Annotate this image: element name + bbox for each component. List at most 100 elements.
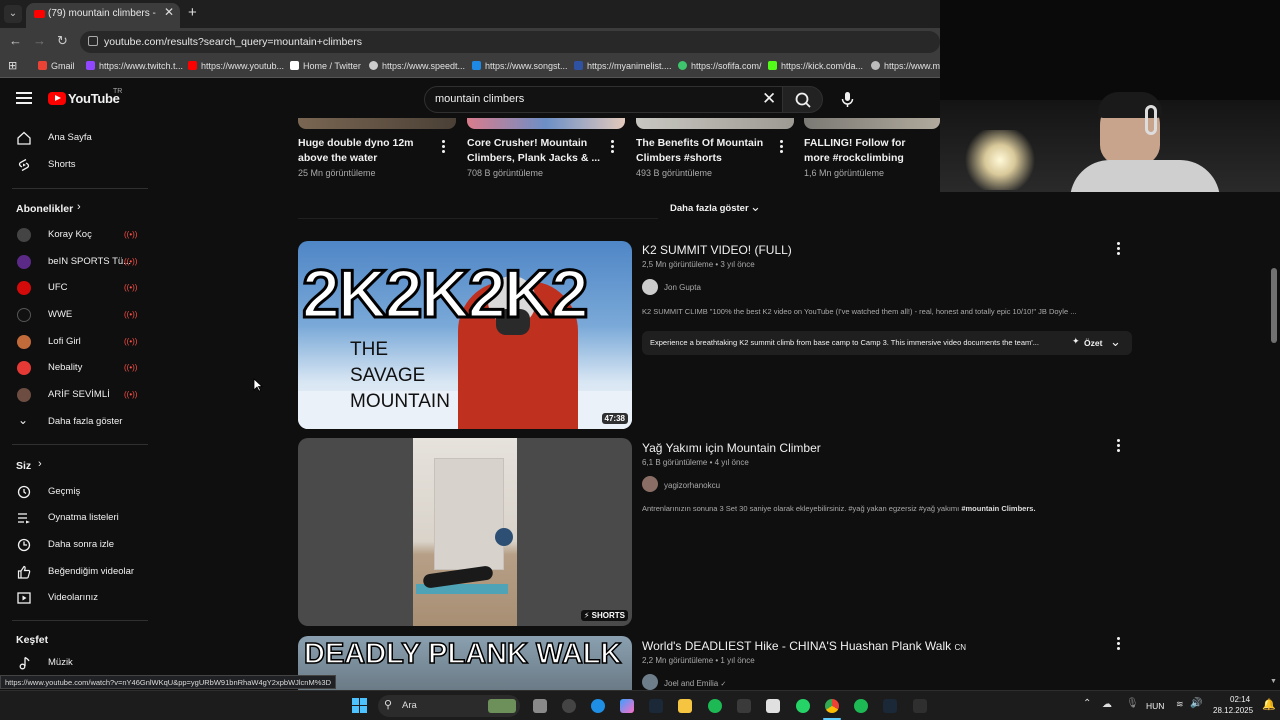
sidebar-sub-item[interactable]: Nebality ((•)): [0, 355, 150, 381]
sidebar-item-music[interactable]: Müzik: [0, 650, 150, 676]
sidebar-sub-item[interactable]: ARİF SEVİMLİ ((•)): [0, 382, 150, 408]
short-title[interactable]: Huge double dyno 12m above the water: [298, 136, 438, 166]
short-thumbnail[interactable]: [804, 118, 940, 129]
sidebar-item-shorts[interactable]: Shorts: [0, 152, 150, 178]
clock-time[interactable]: 02:14: [1230, 695, 1250, 704]
sidebar-item-your-videos[interactable]: Videolarınız: [0, 585, 150, 611]
bookmark-item[interactable]: https://www.speedt...: [369, 61, 465, 71]
more-actions-icon[interactable]: [780, 140, 784, 154]
microphone-icon[interactable]: 🎙: [1126, 698, 1139, 709]
copilot-icon[interactable]: [620, 699, 634, 713]
video-thumbnail[interactable]: ⚡ SHORTS: [298, 438, 632, 626]
chevron-down-icon[interactable]: ⌄: [1110, 334, 1121, 350]
tab-search-chevron-icon[interactable]: ⌄: [4, 5, 22, 23]
spotify-icon[interactable]: [854, 699, 868, 713]
video-title[interactable]: World's DEADLIEST Hike - CHINA'S Huashan…: [642, 639, 966, 653]
more-actions-icon[interactable]: [1117, 242, 1121, 256]
sidebar-sub-item[interactable]: WWE ((•)): [0, 302, 150, 328]
bookmark-item[interactable]: https://www.songst...: [472, 61, 568, 71]
sidebar-sub-item[interactable]: beIN SPORTS Tü... ((•)): [0, 249, 150, 275]
channel-avatar[interactable]: [642, 476, 658, 492]
new-tab-plus-icon[interactable]: +: [188, 4, 197, 21]
back-arrow-icon[interactable]: ←: [9, 33, 22, 48]
steam-icon[interactable]: [883, 699, 897, 713]
clear-search-icon[interactable]: ✕: [762, 89, 776, 109]
site-info-icon[interactable]: [88, 36, 98, 46]
whatsapp-icon[interactable]: [796, 699, 810, 713]
forward-arrow-icon[interactable]: →: [33, 33, 46, 48]
browser-tab-active[interactable]: (79) mountain climbers - YouTube ✕: [26, 3, 180, 28]
search-input[interactable]: mountain climbers: [424, 86, 786, 113]
more-actions-icon[interactable]: [442, 140, 446, 154]
ai-summary-panel[interactable]: Experience a breathtaking K2 summit clim…: [642, 331, 1132, 355]
scrollbar-thumb[interactable]: [1271, 268, 1277, 343]
scroll-down-icon[interactable]: ▼: [1270, 678, 1277, 685]
reload-icon[interactable]: ↻: [57, 33, 68, 49]
short-title[interactable]: Core Crusher! Mountain Climbers, Plank J…: [467, 136, 607, 166]
voice-search-button[interactable]: [834, 86, 861, 113]
tray-chevron-up-icon[interactable]: ⌃: [1083, 698, 1091, 709]
store-icon[interactable]: [766, 699, 780, 713]
sidebar-item-liked[interactable]: Beğendiğim videolar: [0, 559, 150, 585]
more-actions-icon[interactable]: [1117, 637, 1121, 651]
sidebar-sub-item[interactable]: Koray Koç ((•)): [0, 222, 150, 248]
channel-name[interactable]: Jon Gupta: [664, 283, 701, 292]
sidebar-item-watch-later[interactable]: Daha sonra izle: [0, 532, 150, 558]
sidebar-item-playlists[interactable]: Oynatma listeleri: [0, 505, 150, 531]
taskbar-search[interactable]: ⚲ Ara: [378, 695, 520, 717]
bookmark-item[interactable]: https://myanimelist....: [574, 61, 672, 71]
chrome-icon[interactable]: [825, 699, 839, 713]
more-actions-icon[interactable]: [611, 140, 615, 154]
channel-avatar[interactable]: [642, 674, 658, 690]
notepad-icon[interactable]: [737, 699, 751, 713]
channel-name[interactable]: Joel and Emilia ✓: [664, 679, 726, 688]
more-actions-icon[interactable]: [1117, 439, 1121, 453]
volume-icon[interactable]: 🔊: [1190, 698, 1202, 709]
sidebar-item-history[interactable]: Geçmiş: [0, 479, 150, 505]
channel-name[interactable]: yagizorhanokcu: [664, 481, 720, 490]
onedrive-icon[interactable]: ☁: [1102, 699, 1112, 710]
short-thumbnail[interactable]: [467, 118, 625, 129]
video-title[interactable]: Yağ Yakımı için Mountain Climber: [642, 441, 821, 455]
bookmark-item[interactable]: https://www.ma: [871, 61, 945, 71]
bookmark-item[interactable]: https://sofifa.com/: [678, 61, 762, 71]
channel-avatar[interactable]: [642, 279, 658, 295]
steam-icon[interactable]: [649, 699, 663, 713]
apps-grid-icon[interactable]: ⊞: [8, 59, 17, 72]
clock-date[interactable]: 28.12.2025: [1213, 706, 1253, 715]
address-bar[interactable]: youtube.com/results?search_query=mountai…: [80, 31, 940, 53]
short-thumbnail[interactable]: [298, 118, 456, 129]
sidebar-sub-item[interactable]: UFC ((•)): [0, 275, 150, 301]
short-title[interactable]: FALLING! Follow for more #rockclimbing: [804, 136, 934, 166]
show-more-button[interactable]: Daha fazla göster ⌄: [600, 196, 830, 220]
sidebar-item-home[interactable]: Ana Sayfa: [0, 125, 150, 151]
bookmark-item[interactable]: https://www.youtub...: [188, 61, 284, 71]
short-thumbnail[interactable]: [636, 118, 794, 129]
spotify-icon[interactable]: [708, 699, 722, 713]
task-view-icon[interactable]: [533, 699, 547, 713]
notifications-icon[interactable]: 🔔: [1262, 698, 1276, 711]
file-explorer-icon[interactable]: [678, 699, 692, 713]
windows-start-icon[interactable]: [352, 698, 368, 714]
subscriptions-header[interactable]: Abonelikler ›: [0, 196, 150, 222]
search-button[interactable]: [782, 86, 823, 113]
youtube-logo-text[interactable]: YouTube: [68, 91, 120, 106]
video-thumbnail[interactable]: DEADLY PLANK WALK: [298, 636, 632, 690]
you-header[interactable]: Siz ›: [0, 452, 150, 478]
bookmark-item[interactable]: https://kick.com/da...: [768, 61, 863, 71]
tab-close-icon[interactable]: ✕: [164, 5, 174, 19]
bookmark-item[interactable]: Home / Twitter: [290, 61, 361, 71]
youtube-logo-icon[interactable]: [48, 92, 66, 105]
guide-menu-icon[interactable]: [16, 92, 32, 104]
app-icon[interactable]: [562, 699, 576, 713]
sidebar-sub-item[interactable]: Lofi Girl ((•)): [0, 329, 150, 355]
video-thumbnail[interactable]: 2K2K2K2 THE SAVAGE MOUNTAIN 47:38: [298, 241, 632, 429]
bookmark-item[interactable]: https://www.twitch.t...: [86, 61, 183, 71]
short-title[interactable]: The Benefits Of Mountain Climbers #short…: [636, 136, 776, 166]
bookmark-item[interactable]: Gmail: [38, 61, 75, 71]
video-title[interactable]: K2 SUMMIT VIDEO! (FULL): [642, 243, 792, 257]
edge-icon[interactable]: [591, 699, 605, 713]
app-icon[interactable]: [913, 699, 927, 713]
sidebar-show-more[interactable]: ⌄ Daha fazla göster: [0, 409, 150, 435]
input-language[interactable]: HUN: [1146, 701, 1164, 711]
